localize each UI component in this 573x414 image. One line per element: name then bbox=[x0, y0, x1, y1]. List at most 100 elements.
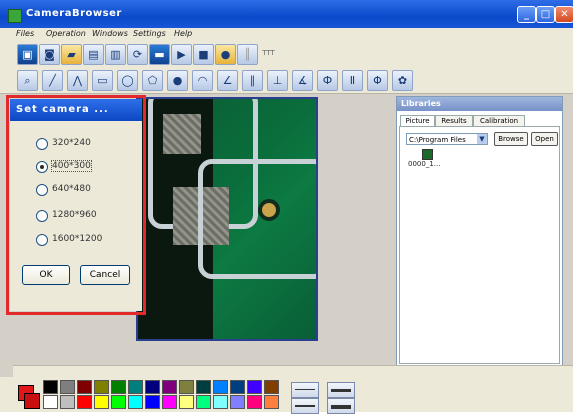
background-color[interactable] bbox=[24, 393, 40, 409]
color-swatch[interactable] bbox=[264, 380, 279, 394]
settings-icon[interactable]: ✿ bbox=[392, 70, 413, 91]
color-swatch[interactable] bbox=[94, 395, 109, 409]
open-button[interactable]: Open bbox=[531, 132, 558, 146]
camera-icon-glyph: ◙ bbox=[44, 48, 55, 61]
angle-icon-glyph: ∠ bbox=[222, 74, 233, 87]
application-window: CameraBrowser _ □ ✕ Files Operation Wind… bbox=[0, 0, 573, 414]
color-swatch[interactable] bbox=[60, 395, 75, 409]
line-thick-button[interactable] bbox=[327, 382, 355, 398]
parallel-icon[interactable]: ∥ bbox=[242, 70, 263, 91]
libraries-panel: Libraries Picture Results Calibration C:… bbox=[396, 96, 563, 366]
polygon-icon[interactable]: ⬠ bbox=[142, 70, 163, 91]
menu-bar: Files Operation Windows Settings Help bbox=[0, 28, 573, 41]
menu-settings[interactable]: Settings bbox=[133, 29, 166, 38]
play-icon-glyph: ▶ bbox=[177, 48, 186, 61]
point-measure-icon-glyph: Φ bbox=[373, 74, 382, 87]
point-measure-icon[interactable]: Φ bbox=[367, 70, 388, 91]
color-swatch[interactable] bbox=[60, 380, 75, 394]
stop-icon[interactable]: ■ bbox=[193, 44, 214, 65]
maximize-button[interactable]: □ bbox=[536, 6, 555, 23]
libraries-title-bar: Libraries bbox=[397, 97, 562, 111]
polyline-icon[interactable]: ⋀ bbox=[67, 70, 88, 91]
image-save-icon[interactable]: ▥ bbox=[105, 44, 126, 65]
line-thin-button[interactable] bbox=[291, 382, 319, 398]
refresh-icon-glyph: ⟳ bbox=[132, 48, 143, 61]
minimize-button[interactable]: _ bbox=[517, 6, 536, 23]
vertical-measure-icon[interactable]: Ф bbox=[317, 70, 338, 91]
camera-icon[interactable]: ◙ bbox=[39, 44, 60, 65]
horizontal-measure-icon[interactable]: Ⅱ bbox=[342, 70, 363, 91]
path-combo[interactable]: C:\Program Files ▼ bbox=[406, 133, 488, 145]
settings-icon-glyph: ✿ bbox=[397, 74, 408, 87]
app-icon bbox=[8, 9, 22, 23]
monitor-icon[interactable]: ▣ bbox=[17, 44, 38, 65]
color-swatch[interactable] bbox=[111, 395, 126, 409]
capture-icon[interactable]: ● bbox=[215, 44, 236, 65]
menu-operation[interactable]: Operation bbox=[46, 29, 86, 38]
color-swatch[interactable] bbox=[43, 395, 58, 409]
save-icon[interactable]: ▬ bbox=[149, 44, 170, 65]
color-swatch[interactable] bbox=[111, 380, 126, 394]
color-swatch[interactable] bbox=[230, 380, 245, 394]
chevron-down-icon[interactable]: ▼ bbox=[477, 134, 487, 144]
window-title: CameraBrowser bbox=[26, 8, 122, 19]
color-swatch[interactable] bbox=[179, 395, 194, 409]
menu-help[interactable]: Help bbox=[174, 29, 192, 38]
color-swatch[interactable] bbox=[145, 395, 160, 409]
color-swatch[interactable] bbox=[162, 380, 177, 394]
horizontal-measure-icon-glyph: Ⅱ bbox=[349, 74, 356, 87]
color-swatch[interactable] bbox=[247, 395, 262, 409]
ruler-icon[interactable]: ║ bbox=[237, 44, 258, 65]
color-swatch[interactable] bbox=[77, 395, 92, 409]
color-swatch[interactable] bbox=[145, 380, 160, 394]
color-swatch[interactable] bbox=[264, 395, 279, 409]
color-swatch[interactable] bbox=[162, 395, 177, 409]
pcb-via bbox=[258, 199, 280, 221]
drawing-toolbar: ⌕ ╱ ⋀ ▭ ◯ ⬠ ● ◠ ∠ ∥ ⊥ ∡ Ф Ⅱ Φ ✿ bbox=[0, 67, 573, 94]
thumbnail-label[interactable]: 0000_1... bbox=[408, 160, 440, 168]
close-button[interactable]: ✕ bbox=[555, 6, 573, 23]
folder-icon[interactable]: ▰ bbox=[61, 44, 82, 65]
rectangle-icon-glyph: ▭ bbox=[97, 74, 108, 87]
play-icon[interactable]: ▶ bbox=[171, 44, 192, 65]
color-swatch[interactable] bbox=[94, 380, 109, 394]
color-swatch[interactable] bbox=[196, 380, 211, 394]
polygon-icon-glyph: ⬠ bbox=[147, 74, 158, 87]
color-swatch[interactable] bbox=[247, 380, 262, 394]
image-open-icon[interactable]: ▤ bbox=[83, 44, 104, 65]
ruler-icon-glyph: ║ bbox=[244, 48, 251, 61]
angle-icon[interactable]: ∠ bbox=[217, 70, 238, 91]
line-icon[interactable]: ╱ bbox=[42, 70, 63, 91]
path-value: C:\Program Files bbox=[409, 136, 466, 144]
circle-icon[interactable]: ● bbox=[167, 70, 188, 91]
perpendicular-icon-glyph: ⊥ bbox=[272, 74, 283, 87]
color-palette bbox=[0, 377, 573, 412]
color-swatch[interactable] bbox=[128, 380, 143, 394]
color-swatch[interactable] bbox=[213, 380, 228, 394]
protractor-icon[interactable]: ∡ bbox=[292, 70, 313, 91]
menu-windows[interactable]: Windows bbox=[92, 29, 128, 38]
menu-files[interactable]: Files bbox=[16, 29, 34, 38]
color-swatch[interactable] bbox=[43, 380, 58, 394]
camera-image[interactable] bbox=[136, 97, 318, 341]
color-swatch[interactable] bbox=[196, 395, 211, 409]
ellipse-icon[interactable]: ◯ bbox=[117, 70, 138, 91]
perpendicular-icon[interactable]: ⊥ bbox=[267, 70, 288, 91]
title-bar[interactable]: CameraBrowser _ □ ✕ bbox=[0, 0, 573, 28]
ttt-icon[interactable]: TTT bbox=[259, 44, 278, 63]
monitor-icon-glyph: ▣ bbox=[22, 48, 33, 61]
circle-icon-glyph: ● bbox=[172, 74, 183, 87]
color-swatch[interactable] bbox=[128, 395, 143, 409]
color-swatch[interactable] bbox=[213, 395, 228, 409]
picture-list: C:\Program Files ▼ Browse Open 0000_1... bbox=[399, 126, 560, 364]
color-swatch[interactable] bbox=[230, 395, 245, 409]
image-thumbnail[interactable] bbox=[422, 149, 433, 160]
color-swatch[interactable] bbox=[179, 380, 194, 394]
color-swatch[interactable] bbox=[77, 380, 92, 394]
arc-icon[interactable]: ◠ bbox=[192, 70, 213, 91]
magnifier-icon[interactable]: ⌕ bbox=[17, 70, 38, 91]
magnifier-icon-glyph: ⌕ bbox=[24, 74, 31, 87]
browse-button[interactable]: Browse bbox=[494, 132, 528, 146]
refresh-icon[interactable]: ⟳ bbox=[127, 44, 148, 65]
rectangle-icon[interactable]: ▭ bbox=[92, 70, 113, 91]
